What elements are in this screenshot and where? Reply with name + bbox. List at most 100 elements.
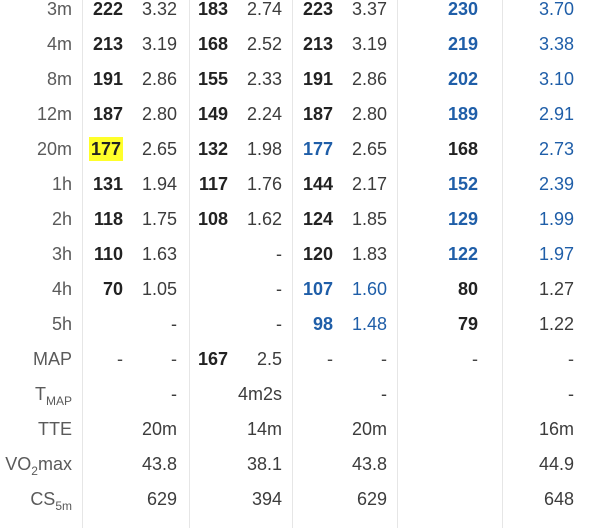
- summary-row: TTE 20m 14m 20m 16m: [0, 412, 610, 447]
- table-cell: -: [327, 349, 333, 369]
- table-cell: 3.37: [351, 0, 387, 19]
- table-cell: 1.60: [351, 279, 387, 299]
- table-cell: 122: [447, 244, 478, 264]
- table-cell: 230: [447, 0, 478, 19]
- summary-cell: 629: [356, 489, 387, 509]
- table-cell: 2.73: [538, 139, 574, 159]
- table-cell: 107: [302, 279, 333, 299]
- table-cell: -: [381, 349, 387, 369]
- summary-cell: 629: [146, 489, 177, 509]
- table-cell: 108: [197, 209, 228, 229]
- table-cell: 144: [302, 174, 333, 194]
- table-cell: -: [472, 349, 478, 369]
- summary-cell: 43.8: [351, 454, 387, 474]
- table-cell: -: [117, 349, 123, 369]
- table-cell: 117: [198, 174, 228, 194]
- summary-row: VO2max 43.8 38.1 43.8 44.9: [0, 447, 610, 482]
- summary-row: TMAP - 4m2s - -: [0, 377, 610, 412]
- row-label: 12m: [36, 104, 72, 124]
- table-row: 2h 118 1.75 108 1.62 124 1.85 129 1.99: [0, 202, 610, 237]
- table-cell: 79: [457, 314, 478, 334]
- table-cell: 2.39: [538, 174, 574, 194]
- table-cell: 1.85: [351, 209, 387, 229]
- table-cell: 191: [302, 69, 333, 89]
- summary-cell: 44.9: [538, 454, 574, 474]
- table-cell: 2.91: [538, 104, 574, 124]
- table-row: 20m 177 2.65 132 1.98 177 2.65 168 2.73: [0, 132, 610, 167]
- table-cell: -: [568, 349, 574, 369]
- table-cell: 110: [93, 244, 123, 264]
- table-cell: 183: [197, 0, 228, 19]
- row-label: 2h: [51, 209, 72, 229]
- table-cell: 168: [197, 34, 228, 54]
- summary-cell: -: [171, 384, 177, 404]
- table-cell: 3.19: [351, 34, 387, 54]
- table-row: 12m 187 2.80 149 2.24 187 2.80 189 2.91: [0, 97, 610, 132]
- summary-cell: 20m: [351, 419, 387, 439]
- power-profile-table: 3m 222 3.32 183 2.74 223 3.37 230 3.70 4m 213 3.19 1…: [0, 0, 610, 528]
- row-label: 8m: [46, 69, 72, 89]
- row-label: CS5m: [0, 482, 72, 517]
- row-label-text: CS: [30, 489, 56, 509]
- table-cell: 129: [447, 209, 478, 229]
- table-cell: 1.22: [538, 314, 574, 334]
- row-label: MAP: [32, 349, 72, 369]
- summary-cell: -: [381, 384, 387, 404]
- table-cell: 80: [457, 279, 478, 299]
- table-cell: 202: [447, 69, 478, 89]
- summary-cell: 4m2s: [237, 384, 282, 404]
- table-cell: 2.86: [351, 69, 387, 89]
- row-label: 4h: [51, 279, 72, 299]
- summary-cell: 43.8: [141, 454, 177, 474]
- table-row: 8m 191 2.86 155 2.33 191 2.86 202 3.10: [0, 62, 610, 97]
- table-cell: 2.80: [351, 104, 387, 124]
- table-row: 5h - -98 1.48 79 1.22: [0, 307, 610, 342]
- table-cell: 177: [63, 132, 123, 167]
- summary-cell: 394: [251, 489, 282, 509]
- row-label-subscript: 2: [31, 464, 38, 478]
- table-row: 4m 213 3.19 168 2.52 213 3.19 219 3.38: [0, 27, 610, 62]
- table-cell: 167: [197, 349, 228, 369]
- table-cell: 124: [302, 209, 333, 229]
- table-cell: 2.17: [351, 174, 387, 194]
- row-label: 4m: [46, 34, 72, 54]
- table-cell: 222: [92, 0, 123, 19]
- table-cell: 187: [92, 104, 123, 124]
- table-cell: 3.10: [538, 69, 574, 89]
- row-label-text: TTE: [38, 419, 72, 439]
- table-cell: 1.83: [351, 244, 387, 264]
- table-cell: -: [171, 314, 177, 334]
- row-label-text: T: [34, 384, 46, 404]
- table-cell: 223: [302, 0, 333, 19]
- table-cell: 219: [447, 34, 478, 54]
- table-cell: 152: [447, 174, 478, 194]
- table-cell: 131: [92, 174, 123, 194]
- table-cell: 168: [447, 139, 478, 159]
- table-cell: 1.63: [141, 244, 177, 264]
- table-cell: 1.27: [538, 279, 574, 299]
- summary-row: CS5m 629 394 629 648: [0, 482, 610, 517]
- summary-cell: 20m: [141, 419, 177, 439]
- row-label: 5h: [51, 314, 72, 334]
- table-cell: 3.38: [538, 34, 574, 54]
- table-cell: 118: [93, 209, 123, 229]
- table-cell: 120: [302, 244, 333, 264]
- table-cell: 187: [302, 104, 333, 124]
- table-cell: 213: [302, 34, 333, 54]
- table-cell: 1.99: [538, 209, 574, 229]
- table-row: 3h 110 1.63-120 1.83 122 1.97: [0, 237, 610, 272]
- table-cell: 189: [447, 104, 478, 124]
- table-cell: 70: [102, 279, 123, 299]
- summary-cell: 38.1: [246, 454, 282, 474]
- table-cell: 132: [197, 139, 228, 159]
- table-cell: 1.05: [141, 279, 177, 299]
- row-label: 1h: [51, 174, 72, 194]
- table-cell: 2.65: [351, 139, 387, 159]
- row-label: VO2max: [0, 447, 72, 482]
- table-cell: 1.48: [351, 314, 387, 334]
- row-label: TMAP: [0, 377, 72, 412]
- row-label: 3m: [46, 0, 72, 19]
- table-cell: 213: [92, 34, 123, 54]
- summary-cell: 14m: [246, 419, 282, 439]
- table-cell: 149: [197, 104, 228, 124]
